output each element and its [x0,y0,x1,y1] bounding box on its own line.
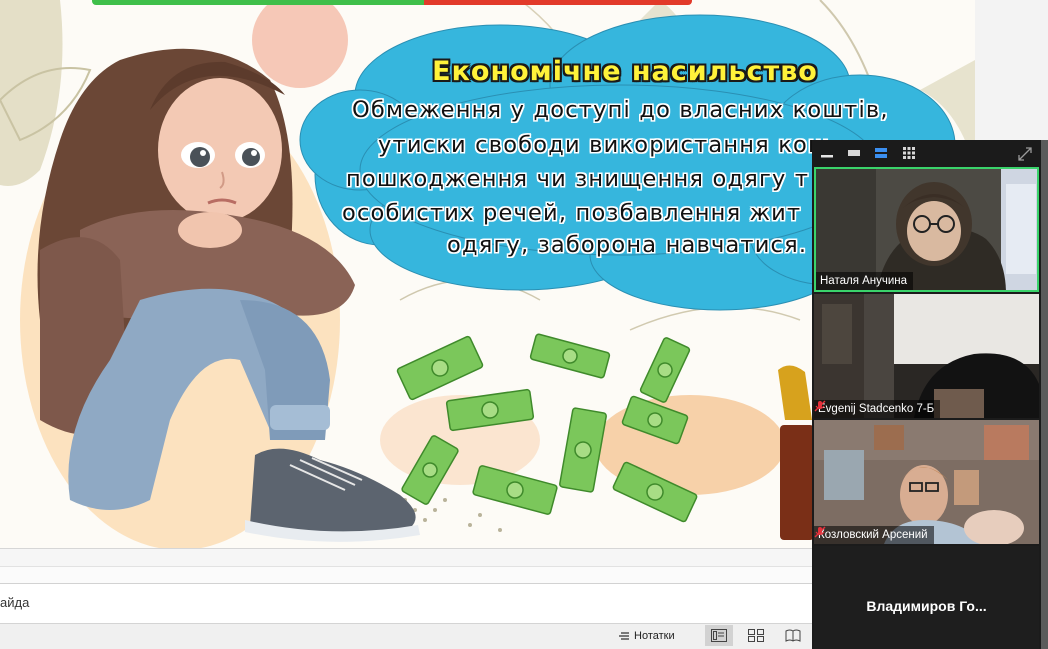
participant-name: Козловский Арсений [818,529,928,541]
slide-title: Економічне насильство [432,56,818,87]
participant-name-tag: Наталя Анучина [816,272,914,290]
notes-pane-text: айда [0,595,30,610]
slide-body-line: пошкодження чи знищення одягу т [346,166,810,192]
participant-tile[interactable]: Наталя Анучина [814,167,1039,292]
single-speaker-icon[interactable] [847,146,861,160]
participant-name-tag: Козловский Арсений [814,526,934,544]
minimize-icon[interactable] [820,146,834,160]
slide-body-line: особистих речей, позбавлення жит [342,200,802,226]
participant-name: Evgenij Stadcenko 7-Б [818,403,935,415]
participant-name: Наталя Анучина [820,275,908,287]
panel-scrollbar[interactable] [1041,140,1048,649]
slide-body-line: одягу, заборона навчатися. [447,232,808,258]
slide-sorter-view-button[interactable] [742,625,770,646]
participant-name-tag: Evgenij Stadcenko 7-Б [814,400,941,418]
microphone-muted-icon [814,400,826,412]
slide-sorter-icon [748,629,764,642]
status-bar [0,623,812,649]
gallery-grid-icon[interactable] [902,146,916,160]
normal-view-icon [711,629,727,642]
notes-splitter[interactable] [0,566,812,583]
slide-body-line: Обмеження у доступі до власних коштів, [352,97,889,123]
notes-icon [619,631,629,640]
video-call-panel: Наталя Анучина Evgenij Stadcenko 7-Б Коз… [812,140,1041,649]
normal-view-button[interactable] [705,625,733,646]
participant-tile[interactable]: Владимиров Го... [814,546,1039,649]
slide-progress-green [92,0,424,5]
participant-tile[interactable]: Козловский Арсений [814,420,1039,544]
reading-view-button[interactable] [779,625,807,646]
horizontal-scrollbar[interactable] [0,548,812,566]
participant-name: Владимиров Го... [866,598,987,614]
microphone-muted-icon [814,526,826,538]
notes-button-label: Нотатки [634,629,675,642]
participant-tile[interactable]: Evgenij Stadcenko 7-Б [814,294,1039,418]
screen: Економічне насильство Обмеження у доступ… [0,0,1048,649]
notes-button[interactable]: Нотатки [612,625,681,646]
side-by-side-icon[interactable] [874,146,888,160]
expand-icon[interactable] [1017,146,1033,162]
video-panel-toolbar [812,140,1041,166]
slide-body-line: утиски свободи використання кош [378,132,830,158]
slide-progress-red [424,0,692,5]
notes-pane[interactable] [0,583,812,623]
reading-view-icon [785,629,801,642]
